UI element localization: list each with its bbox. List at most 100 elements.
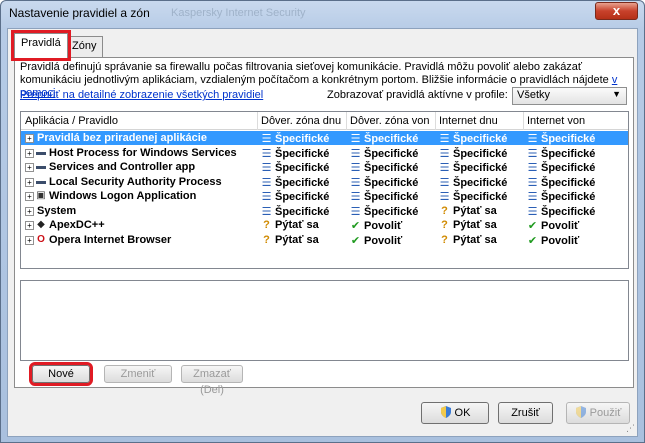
question-icon: ?	[441, 219, 448, 231]
title-bar[interactable]: Nastavenie pravidiel a zón Kaspersky Int…	[1, 1, 644, 25]
rule-cell[interactable]: ☰ Špecifické	[350, 190, 419, 203]
rule-cell[interactable]: ✔ Povoliť	[350, 234, 402, 247]
apply-button[interactable]: Použiť	[566, 402, 630, 424]
window-icon: ▬	[36, 175, 46, 187]
rule-cell-label: Špecifické	[275, 176, 330, 189]
specific-rules-icon: ☰	[527, 147, 538, 160]
rule-cell[interactable]: ✔ Povoliť	[527, 219, 579, 232]
rule-cell-label: Pýtať sa	[275, 233, 319, 246]
rule-cell-label: Špecifické	[364, 191, 419, 203]
rule-cell[interactable]: ☰ Špecifické	[261, 205, 330, 218]
edit-rule-button[interactable]: Zmeniť	[104, 365, 172, 383]
rule-cell[interactable]: ☰ Špecifické	[350, 132, 419, 145]
expand-icon[interactable]: +	[25, 192, 34, 201]
rule-cell[interactable]: ☰ Špecifické	[350, 147, 419, 160]
rule-cell-label: Špecifické	[541, 133, 596, 145]
expand-icon[interactable]: +	[25, 177, 34, 187]
checkmark-icon: ✔	[527, 234, 538, 247]
rule-app-name: System	[37, 204, 77, 217]
rule-cell[interactable]: ☰ Špecifické	[350, 205, 419, 218]
rule-app-name: Host Process for Windows Services	[49, 146, 237, 159]
specific-rules-icon: ☰	[350, 162, 361, 174]
rule-cell[interactable]: ☰ Špecifické	[527, 190, 596, 203]
expand-icon[interactable]: +	[25, 134, 34, 143]
rule-cell[interactable]: ☰ Špecifické	[261, 147, 330, 160]
rule-cell-label: Špecifické	[453, 162, 508, 174]
tab-rules[interactable]: Pravidlá	[11, 30, 71, 61]
rule-cell[interactable]: ☰ Špecifické	[350, 176, 419, 189]
column-header-internet-in[interactable]: Internet dnu	[439, 115, 498, 127]
rule-row[interactable]: + Pravidlá bez priradenej aplikácie ☰ Špeci…	[21, 131, 628, 145]
rule-cell[interactable]: ? Pýtať sa	[261, 234, 319, 246]
rule-cell[interactable]: ☰ Špecifické	[261, 161, 330, 174]
profile-label: Zobrazovať pravidlá aktívne v profile:	[327, 89, 508, 101]
expand-icon[interactable]: +	[25, 221, 34, 230]
shield-icon	[575, 406, 586, 418]
rule-row[interactable]: + ▬ Services and Controller app ☰ Špecifické…	[21, 160, 628, 174]
rule-row[interactable]: + ▬ Host Process for Windows Services ☰ Špec…	[21, 146, 628, 160]
specific-rules-icon: ☰	[261, 147, 272, 160]
rule-row[interactable]: + ▣ Windows Logon Application ☰ Špecifické ☰ Š…	[21, 189, 628, 203]
rule-cell[interactable]: ☰ Špecifické	[527, 147, 596, 160]
delete-rule-button[interactable]: Zmazať (Del)	[181, 365, 243, 396]
expand-icon[interactable]: +	[25, 148, 34, 158]
expand-icon[interactable]: +	[25, 163, 34, 172]
question-icon: ?	[263, 219, 270, 231]
rule-cell[interactable]: ☰ Špecifické	[527, 176, 596, 189]
rule-row[interactable]: + ▬ Local Security Authority Process ☰ Špeci…	[21, 175, 628, 189]
column-header-trusted-out[interactable]: Dôver. zóna von	[350, 115, 430, 127]
expand-icon[interactable]: +	[25, 235, 34, 245]
rule-cell[interactable]: ☰ Špecifické	[527, 205, 596, 218]
checkmark-icon: ✔	[350, 234, 361, 247]
column-header-internet-out[interactable]: Internet von	[527, 115, 585, 127]
rule-cell-label: Špecifické	[364, 147, 419, 160]
rule-cell[interactable]: ✔ Povoliť	[350, 219, 402, 232]
detailed-view-link[interactable]: Prepnúť na detailné zobrazenie všetkých …	[20, 89, 263, 101]
rule-cell[interactable]: ☰ Špecifické	[261, 176, 330, 189]
rule-cell-label: Špecifické	[453, 176, 508, 189]
profile-dropdown[interactable]: Všetky ▼	[512, 87, 627, 105]
rule-row[interactable]: + O Opera Internet Browser? Pýtať sa ✔ Povoli…	[21, 233, 628, 247]
specific-rules-icon: ☰	[439, 133, 450, 145]
rule-cell[interactable]: ? Pýtať sa	[439, 234, 497, 246]
rule-cell[interactable]: ☰ Špecifické	[261, 190, 330, 203]
rule-cell[interactable]: ? Pýtať sa	[439, 205, 497, 217]
specific-rules-icon: ☰	[527, 191, 538, 203]
rule-cell[interactable]: ☰ Špecifické	[439, 161, 508, 174]
specific-rules-icon: ☰	[439, 162, 450, 174]
rule-cell-label: Špecifické	[541, 176, 596, 189]
ok-button[interactable]: OK	[421, 402, 489, 424]
rule-cell[interactable]: ☰ Špecifické	[350, 161, 419, 174]
tab-zones[interactable]: Zóny	[65, 36, 104, 57]
specific-rules-icon: ☰	[527, 176, 538, 189]
rule-cell[interactable]: ☰ Špecifické	[261, 132, 330, 145]
column-header-application[interactable]: Aplikácia / Pravidlo	[25, 115, 118, 127]
expand-icon[interactable]: +	[25, 206, 34, 216]
shield-icon	[440, 406, 451, 418]
rule-app-name: Local Security Authority Process	[49, 175, 222, 188]
specific-rules-icon: ☰	[350, 205, 361, 218]
rule-cell-label: Špecifické	[453, 133, 508, 145]
rules-list[interactable]: Aplikácia / Pravidlo Dôver. zóna dnu Dôv…	[20, 111, 629, 269]
rule-cell[interactable]: ☰ Špecifické	[439, 190, 508, 203]
rule-row[interactable]: + System ☰ Špecifické ☰ Špecifické? Pýtať sa ☰ Š…	[21, 204, 628, 218]
rule-row[interactable]: + ◆ ApexDC++? Pýtať sa ✔ Povoliť? Pýtať sa ✔ Pov…	[21, 218, 628, 232]
rule-cell[interactable]: ☰ Špecifické	[527, 132, 596, 145]
rule-cell-label: Špecifické	[541, 205, 596, 218]
rule-cell[interactable]: ☰ Špecifické	[439, 147, 508, 160]
new-rule-button[interactable]: Nové	[29, 362, 93, 386]
rule-cell[interactable]: ✔ Povoliť	[527, 234, 579, 247]
column-header-trusted-in[interactable]: Dôver. zóna dnu	[261, 115, 341, 127]
rule-cell[interactable]: ☰ Špecifické	[439, 176, 508, 189]
rule-cell[interactable]: ? Pýtať sa	[439, 219, 497, 231]
specific-rules-icon: ☰	[439, 191, 450, 203]
resize-grip-icon[interactable]: ⋰	[626, 423, 635, 434]
rule-cell[interactable]: ☰ Špecifické	[527, 161, 596, 174]
cancel-button[interactable]: Zrušiť	[498, 402, 553, 424]
specific-rules-icon: ☰	[350, 191, 361, 203]
dialog-window: Nastavenie pravidiel a zón Kaspersky Int…	[0, 0, 645, 443]
close-button[interactable]: x	[595, 2, 638, 20]
rule-cell[interactable]: ☰ Špecifické	[439, 132, 508, 145]
rule-cell-label: Pýtať sa	[453, 219, 497, 231]
rule-cell[interactable]: ? Pýtať sa	[261, 219, 319, 231]
